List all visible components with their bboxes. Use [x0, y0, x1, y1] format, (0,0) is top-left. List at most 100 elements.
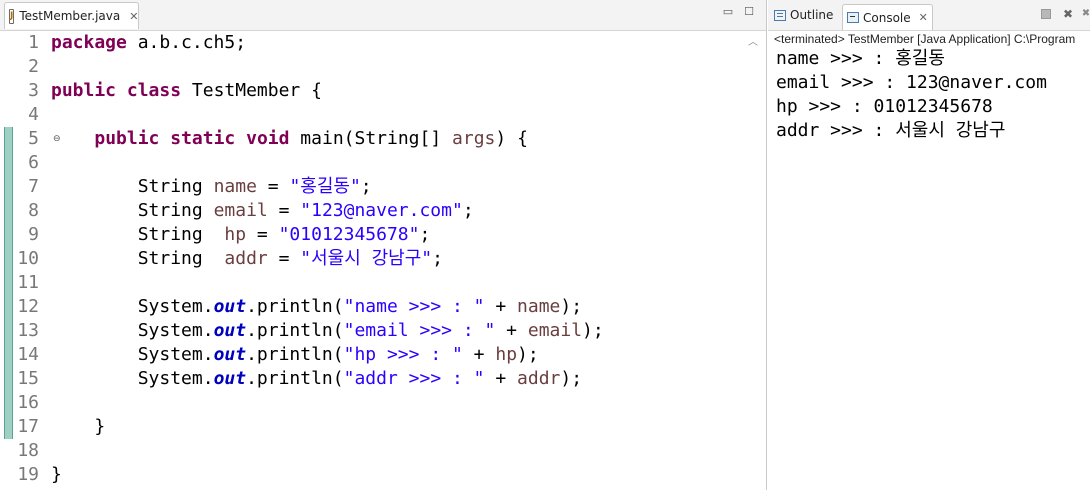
console-output-line: email >>> : 123@naver.com [776, 72, 1047, 93]
code-token: out [213, 320, 247, 341]
code-line[interactable]: package a.b.c.ch5; [51, 31, 246, 55]
line-number: 19 [17, 464, 39, 485]
code-token: "서울시 강남구" [300, 248, 433, 269]
line-number: 16 [17, 392, 39, 413]
line-number: 15 [17, 368, 39, 389]
line-number: 9 [28, 224, 39, 245]
code-token: class [126, 80, 182, 101]
editor-tab-bar: J TestMember.java ✕ ▭ ☐ [0, 0, 766, 31]
remove-launch-icon[interactable]: ✖ [1061, 7, 1075, 21]
code-line[interactable]: String name = "홍길동"; [51, 175, 372, 199]
code-token: String [51, 224, 225, 245]
code-line[interactable]: } [51, 415, 105, 439]
scroll-up-icon[interactable]: ︿ [748, 33, 758, 48]
code-token: System. [51, 344, 214, 365]
code-line[interactable]: String email = "123@naver.com"; [51, 199, 474, 223]
line-number: 10 [17, 248, 39, 269]
code-token: void [246, 128, 290, 149]
code-line[interactable]: System.out.println("addr >>> : " + addr)… [51, 367, 582, 391]
code-editor[interactable]: 1 2 3 4 5 ⊖ 6 7 8 9 10 11 12 13 14 15 16 17 18 19 package a… [0, 31, 766, 490]
code-line[interactable]: String addr = "서울시 강남구"; [51, 247, 443, 271]
code-token: ; [419, 224, 431, 245]
code-token: name [213, 176, 257, 197]
code-token: .println( [246, 320, 344, 341]
code-token: package [51, 32, 127, 53]
close-icon[interactable]: ✕ [129, 10, 138, 23]
console-pane: Outline Console ✕ ✖ ✖ <terminated> TestM… [768, 0, 1090, 490]
code-token: public [94, 128, 160, 149]
code-token: ); [560, 368, 583, 389]
line-number: 17 [17, 416, 39, 437]
code-line[interactable]: System.out.println("name >>> : " + name)… [51, 295, 582, 319]
code-line[interactable]: public class TestMember { [51, 79, 322, 103]
code-token: String [51, 248, 225, 269]
code-token: .println( [246, 368, 344, 389]
view-tab-bar: Outline Console ✕ ✖ ✖ [768, 0, 1090, 31]
code-line[interactable]: String hp = "01012345678"; [51, 223, 431, 247]
outline-icon [774, 9, 786, 21]
code-line[interactable]: System.out.println("email >>> : " + emai… [51, 319, 604, 343]
code-token: ; [432, 248, 443, 269]
remove-all-icon[interactable]: ✖ [1079, 7, 1090, 21]
line-number: 13 [17, 320, 39, 341]
code-token: name [517, 296, 561, 317]
line-number: 6 [28, 152, 39, 173]
code-line[interactable]: } [51, 463, 62, 487]
code-token: ) { [495, 128, 528, 149]
code-token: System. [51, 368, 214, 389]
code-token: a.b.c.ch5; [126, 32, 247, 53]
tab-outline[interactable]: Outline [774, 5, 833, 25]
code-token: "홍길동" [289, 176, 361, 197]
code-token: out [213, 296, 247, 317]
code-token: email [213, 200, 268, 221]
code-token: ; [360, 176, 372, 197]
code-token: .println( [246, 344, 344, 365]
editor-tab-testmember[interactable]: J TestMember.java ✕ [4, 2, 139, 29]
vertical-scrollbar[interactable]: ︿ [746, 31, 762, 490]
tab-console[interactable]: Console ✕ [842, 4, 933, 30]
code-token: } [51, 464, 62, 485]
maximize-icon[interactable]: ☐ [743, 6, 755, 18]
line-number: 18 [17, 440, 39, 461]
code-token: email [527, 320, 583, 341]
code-token: String [51, 200, 214, 221]
console-tab-label: Console [863, 10, 911, 25]
code-token: String [51, 176, 214, 197]
code-token: + [462, 344, 496, 365]
code-token: "01012345678" [278, 224, 420, 245]
code-token: = [256, 176, 290, 197]
line-number: 8 [28, 200, 39, 221]
line-number: 1 [28, 32, 39, 53]
minimize-icon[interactable]: ▭ [722, 6, 734, 18]
code-token: "name >>> : " [343, 296, 485, 317]
code-token: "addr >>> : " [343, 368, 485, 389]
editor-tab-label: TestMember.java [19, 9, 121, 23]
console-output-line: name >>> : 홍길동 [776, 48, 945, 69]
code-token: + [495, 320, 528, 341]
code-line[interactable]: System.out.println("hp >>> : " + hp); [51, 343, 539, 367]
line-number: 2 [28, 56, 39, 77]
line-number: 4 [28, 104, 39, 125]
code-token: + [484, 296, 518, 317]
code-token: addr [224, 248, 268, 269]
terminate-icon[interactable] [1041, 9, 1051, 19]
code-line[interactable]: public static void main(String[] args) { [51, 127, 528, 151]
console-status: <terminated> TestMember [Java Applicatio… [774, 32, 1076, 46]
console-icon [847, 12, 859, 23]
code-token: .println( [246, 296, 344, 317]
outline-tab-label: Outline [790, 8, 834, 22]
code-token: + [484, 368, 518, 389]
code-token: ); [560, 296, 583, 317]
code-token: "email >>> : " [343, 320, 496, 341]
close-icon[interactable]: ✕ [919, 11, 928, 24]
code-token: main(String[] [289, 128, 453, 149]
code-token: System. [51, 296, 214, 317]
code-token: ); [582, 320, 604, 341]
console-output-line: addr >>> : 서울시 강남구 [776, 120, 1006, 141]
line-number: 7 [28, 176, 39, 197]
code-token: hp [224, 224, 247, 245]
